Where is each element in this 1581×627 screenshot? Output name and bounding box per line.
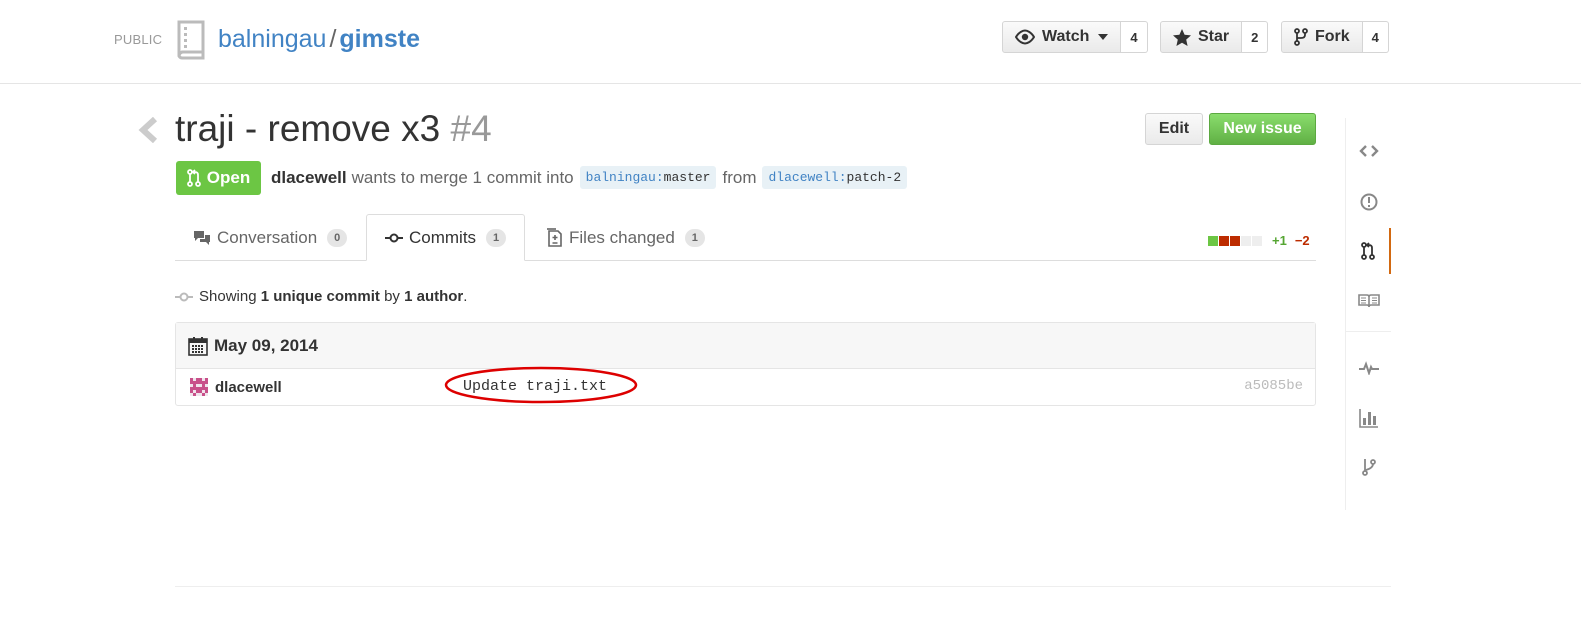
watch-button-group: Watch 4 bbox=[1002, 21, 1148, 53]
base-owner: balningau bbox=[585, 170, 656, 185]
watch-button[interactable]: Watch bbox=[1002, 21, 1122, 53]
star-button[interactable]: Star bbox=[1160, 21, 1243, 53]
diffstat-block bbox=[1208, 235, 1218, 246]
base-branch: master bbox=[663, 170, 711, 185]
pr-author-link[interactable]: dlacewell bbox=[271, 168, 347, 188]
fork-count[interactable]: 4 bbox=[1362, 21, 1389, 53]
commit-group-date: May 09, 2014 bbox=[214, 335, 318, 355]
calendar-icon bbox=[188, 336, 208, 356]
summary-suffix: . bbox=[463, 288, 468, 305]
diffstat-block bbox=[1230, 235, 1240, 246]
head-branch: patch-2 bbox=[846, 170, 902, 185]
pr-state-label: Open bbox=[206, 168, 251, 187]
star-icon bbox=[1173, 28, 1191, 46]
sidebar-item-code[interactable] bbox=[1346, 128, 1391, 174]
code-icon bbox=[1358, 145, 1379, 157]
pulse-icon bbox=[1358, 361, 1379, 375]
repo-sidebar-nav bbox=[1345, 118, 1391, 510]
diffstat-additions: +1 bbox=[1272, 233, 1287, 248]
pr-number: #4 bbox=[450, 108, 492, 149]
summary-commits: 1 unique commit bbox=[260, 288, 380, 305]
star-label: Star bbox=[1198, 28, 1230, 45]
tab-commits[interactable]: Commits 1 bbox=[366, 214, 526, 261]
commit-group-header: May 09, 2014 bbox=[176, 323, 1315, 369]
git-commit-icon bbox=[385, 233, 403, 242]
pr-merge-meta: dlacewell wants to merge 1 commit into b… bbox=[271, 166, 913, 189]
repo-name-link[interactable]: gimste bbox=[339, 25, 420, 53]
edit-button[interactable]: Edit bbox=[1145, 113, 1203, 145]
commit-group: May 09, 2014 dlacewell Update traji.txt … bbox=[175, 322, 1316, 406]
annotation-ellipse bbox=[444, 366, 638, 404]
repo-path-separator: / bbox=[329, 25, 337, 53]
diff-icon bbox=[547, 227, 562, 247]
pr-state-badge: Open bbox=[176, 161, 261, 195]
sidebar-item-graphs[interactable] bbox=[1346, 395, 1391, 441]
summary-by: by bbox=[384, 288, 400, 305]
fork-button-group: Fork 4 bbox=[1281, 21, 1389, 53]
tab-commits-count: 1 bbox=[486, 228, 507, 247]
diffstat-block bbox=[1241, 235, 1251, 246]
repo-forked-icon bbox=[1294, 28, 1308, 46]
commit-author-link[interactable]: dlacewell bbox=[215, 379, 282, 396]
graph-icon bbox=[1358, 409, 1378, 428]
commit-sha-link[interactable]: a5085be bbox=[1244, 378, 1303, 394]
sidebar-divider bbox=[1346, 331, 1391, 332]
book-icon bbox=[1357, 294, 1380, 308]
repo-path: balningau / gimste bbox=[218, 24, 420, 54]
git-pull-request-icon bbox=[186, 169, 201, 187]
sidebar-item-wiki[interactable] bbox=[1346, 278, 1391, 324]
new-issue-button[interactable]: New issue bbox=[1209, 113, 1316, 145]
star-count[interactable]: 2 bbox=[1242, 21, 1269, 53]
from-text: from bbox=[722, 167, 757, 187]
diffstat: +1 −2 bbox=[1208, 233, 1310, 248]
eye-icon bbox=[1015, 29, 1035, 45]
tab-files-changed[interactable]: Files changed 1 bbox=[527, 214, 723, 261]
pr-title-text: traji - remove x3 bbox=[175, 108, 441, 149]
sidebar-item-pull-requests[interactable] bbox=[1346, 228, 1391, 274]
tab-conversation-count: 0 bbox=[327, 228, 348, 247]
sidebar-item-network[interactable] bbox=[1346, 444, 1391, 490]
fork-button[interactable]: Fork bbox=[1281, 21, 1363, 53]
repo-icon bbox=[175, 20, 207, 60]
tab-files-changed-count: 1 bbox=[684, 228, 705, 247]
commits-summary: Showing 1 unique commit by 1 author. bbox=[175, 288, 467, 305]
tab-files-changed-label: Files changed bbox=[569, 227, 675, 247]
caret-down-icon bbox=[1098, 34, 1109, 40]
watch-count[interactable]: 4 bbox=[1121, 21, 1148, 53]
tab-conversation[interactable]: Conversation 0 bbox=[175, 214, 365, 261]
pr-title: traji - remove x3 #4 bbox=[175, 108, 492, 150]
avatar[interactable] bbox=[190, 378, 208, 396]
base-branch-ref: balningau:master bbox=[579, 166, 717, 189]
summary-prefix: Showing bbox=[199, 288, 257, 305]
merge-text: wants to merge 1 commit into bbox=[351, 167, 574, 187]
git-pull-request-icon bbox=[1360, 242, 1375, 260]
header-divider bbox=[0, 83, 1581, 84]
issue-opened-icon bbox=[1360, 193, 1377, 211]
comment-discussion-icon bbox=[194, 230, 210, 245]
star-button-group: Star 2 bbox=[1160, 21, 1269, 53]
head-owner: dlacewell bbox=[768, 170, 839, 185]
repo-visibility-label: PUBLIC bbox=[114, 32, 163, 47]
footer-divider bbox=[175, 586, 1391, 587]
chevron-left-icon[interactable] bbox=[137, 116, 159, 148]
diffstat-block bbox=[1252, 235, 1262, 246]
tab-commits-label: Commits bbox=[409, 227, 477, 247]
diffstat-deletions: −2 bbox=[1294, 233, 1310, 248]
head-branch-ref: dlacewell:patch-2 bbox=[762, 166, 908, 189]
sidebar-item-pulse[interactable] bbox=[1346, 345, 1391, 391]
sidebar-item-issues[interactable] bbox=[1346, 179, 1391, 225]
git-branch-icon bbox=[1361, 459, 1376, 476]
watch-label: Watch bbox=[1042, 28, 1090, 45]
git-commit-icon bbox=[175, 292, 193, 301]
tab-conversation-label: Conversation bbox=[217, 227, 318, 247]
repo-owner-link[interactable]: balningau bbox=[218, 25, 326, 53]
fork-label: Fork bbox=[1315, 28, 1350, 45]
commit-row: dlacewell Update traji.txt a5085be bbox=[176, 369, 1315, 406]
summary-authors: 1 author bbox=[404, 288, 464, 305]
diffstat-block bbox=[1219, 235, 1229, 246]
